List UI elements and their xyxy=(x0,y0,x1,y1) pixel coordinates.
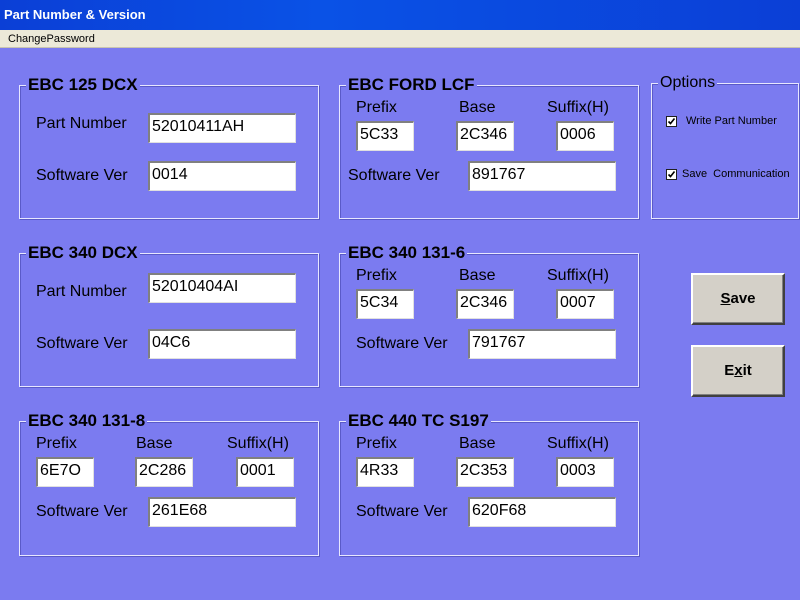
suffix-label: Suffix(H) xyxy=(547,99,609,116)
prefix-input[interactable]: 5C34 xyxy=(356,289,414,319)
window-title: Part Number & Version xyxy=(4,7,146,22)
group-ebc-440-tc-s197: EBC 440 TC S197 Prefix Base Suffix(H) 4R… xyxy=(339,411,639,556)
part-number-input[interactable]: 52010404AI xyxy=(148,273,296,303)
group-ebc-125-dcx: EBC 125 DCX Part Number 52010411AH Softw… xyxy=(19,75,319,219)
base-input[interactable]: 2C346 xyxy=(456,121,514,151)
prefix-label: Prefix xyxy=(356,99,397,116)
group-title: EBC 340 DCX xyxy=(26,243,140,263)
software-ver-input[interactable]: 04C6 xyxy=(148,329,296,359)
base-input[interactable]: 2C286 xyxy=(135,457,193,487)
write-part-number-option[interactable]: Write Part Number xyxy=(666,115,777,128)
software-ver-label: Software Ver xyxy=(356,335,448,352)
options-title: Options xyxy=(658,74,718,92)
group-options: Options Write Part Number Save Communica… xyxy=(651,74,799,219)
prefix-input[interactable]: 6E7O xyxy=(36,457,94,487)
software-ver-input[interactable]: 620F68 xyxy=(468,497,616,527)
part-number-label: Part Number xyxy=(36,283,127,300)
part-number-input[interactable]: 52010411AH xyxy=(148,113,296,143)
write-part-number-checkbox[interactable] xyxy=(666,115,677,127)
exit-button[interactable]: Exit xyxy=(691,345,785,397)
suffix-label: Suffix(H) xyxy=(227,435,289,452)
software-ver-input[interactable]: 891767 xyxy=(468,161,616,191)
suffix-label: Suffix(H) xyxy=(547,435,609,452)
menu-item-change-password[interactable]: ChangePassword xyxy=(8,33,95,45)
group-ebc-ford-lcf: EBC FORD LCF Prefix Base Suffix(H) 5C33 … xyxy=(339,75,639,219)
prefix-input[interactable]: 5C33 xyxy=(356,121,414,151)
group-ebc-340-131-6: EBC 340 131-6 Prefix Base Suffix(H) 5C34… xyxy=(339,243,639,387)
prefix-label: Prefix xyxy=(356,267,397,284)
suffix-input[interactable]: 0003 xyxy=(556,457,614,487)
exit-button-post: it xyxy=(742,362,752,379)
base-input[interactable]: 2C346 xyxy=(456,289,514,319)
save-accelerator: S xyxy=(720,290,731,307)
group-title: EBC 125 DCX xyxy=(26,75,140,95)
base-label: Base xyxy=(136,435,173,452)
menu-bar: ChangePassword xyxy=(0,30,800,48)
part-number-label: Part Number xyxy=(36,115,127,132)
save-button-post: ave xyxy=(730,290,756,307)
suffix-input[interactable]: 0001 xyxy=(236,457,294,487)
software-ver-input[interactable]: 0014 xyxy=(148,161,296,191)
software-ver-label: Software Ver xyxy=(348,167,440,184)
write-part-number-label: Write Part Number xyxy=(686,115,777,127)
exit-button-pre: E xyxy=(724,362,735,379)
group-title: EBC FORD LCF xyxy=(346,75,477,95)
software-ver-label: Software Ver xyxy=(36,167,128,184)
software-ver-input[interactable]: 261E68 xyxy=(148,497,296,527)
prefix-label: Prefix xyxy=(36,435,77,452)
base-label: Base xyxy=(459,99,496,116)
group-ebc-340-dcx: EBC 340 DCX Part Number 52010404AI Softw… xyxy=(19,243,319,387)
save-button[interactable]: Save xyxy=(691,273,785,325)
group-title: EBC 340 131-8 xyxy=(26,411,148,431)
software-ver-label: Software Ver xyxy=(356,503,448,520)
window-title-bar[interactable]: Part Number & Version xyxy=(0,0,800,30)
checkmark-icon xyxy=(667,170,676,178)
software-ver-label: Software Ver xyxy=(36,335,128,352)
group-title: EBC 440 TC S197 xyxy=(346,411,491,431)
base-label: Base xyxy=(459,267,496,284)
save-communication-label: Save Communication xyxy=(682,168,790,180)
software-ver-input[interactable]: 791767 xyxy=(468,329,616,359)
suffix-label: Suffix(H) xyxy=(547,267,609,284)
group-title: EBC 340 131-6 xyxy=(346,243,468,263)
exit-accelerator: x xyxy=(734,362,743,379)
save-communication-option[interactable]: Save Communication xyxy=(666,168,790,181)
software-ver-label: Software Ver xyxy=(36,503,128,520)
save-communication-checkbox[interactable] xyxy=(666,168,677,180)
suffix-input[interactable]: 0006 xyxy=(556,121,614,151)
main-panel: EBC 125 DCX Part Number 52010411AH Softw… xyxy=(2,49,799,598)
suffix-input[interactable]: 0007 xyxy=(556,289,614,319)
prefix-label: Prefix xyxy=(356,435,397,452)
prefix-input[interactable]: 4R33 xyxy=(356,457,414,487)
base-label: Base xyxy=(459,435,496,452)
group-ebc-340-131-8: EBC 340 131-8 Prefix Base Suffix(H) 6E7O… xyxy=(19,411,319,556)
base-input[interactable]: 2C353 xyxy=(456,457,514,487)
checkmark-icon xyxy=(667,117,676,125)
